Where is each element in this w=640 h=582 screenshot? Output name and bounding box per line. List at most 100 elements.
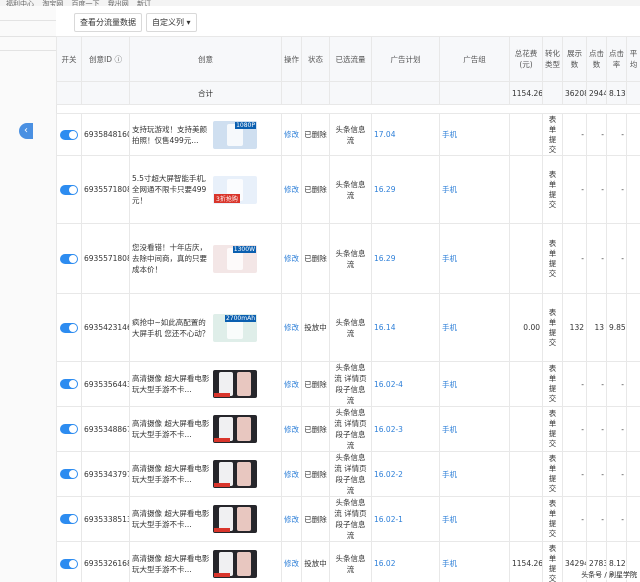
- edit-link[interactable]: 修改: [281, 293, 302, 362]
- creative-text: 高清摄像 超大屏看电影 玩大型手游不卡...: [132, 553, 210, 574]
- col-ctr[interactable]: 点击率: [606, 36, 627, 82]
- cost-value: 0.00: [509, 293, 543, 362]
- group-link[interactable]: 手机: [439, 223, 510, 294]
- creative-id: 69353261687: [81, 541, 130, 582]
- creative-preview[interactable]: 高清摄像 超大屏看电影 玩大型手游不卡...: [132, 503, 279, 535]
- creative-preview[interactable]: 疯抢中~如此高配置的大屏手机 您还不心动？ 2700mAh: [132, 312, 279, 344]
- group-link[interactable]: 手机: [439, 541, 510, 582]
- col-traffic: 已选流量: [329, 36, 372, 82]
- creative-cell: 高清摄像 超大屏看电影 玩大型手游不卡...: [129, 361, 282, 407]
- switch-toggle[interactable]: [60, 184, 78, 195]
- cost-value: [509, 361, 543, 407]
- creative-preview[interactable]: 支持玩游戏！支持美颜拍照！仅售499元... 1080P: [132, 119, 279, 151]
- group-link[interactable]: 手机: [439, 361, 510, 407]
- col-group: 广告组: [439, 36, 510, 82]
- impressions-value: -: [562, 451, 587, 497]
- col-plan: 广告计划: [371, 36, 440, 82]
- creative-table-container[interactable]: 开关 创意ID ⓘ 创意 操作 状态 已选流量 广告计划 广告组 总花费(元) …: [56, 36, 640, 582]
- creative-cell: 高清摄像 超大屏看电影 玩大型手游不卡...: [129, 406, 282, 452]
- switch-cell: [56, 361, 82, 407]
- plan-link[interactable]: 16.02: [371, 541, 440, 582]
- col-conversion-type: 转化类型: [542, 36, 563, 82]
- col-impressions[interactable]: 展示数: [562, 36, 587, 82]
- clicks-value: -: [586, 223, 607, 294]
- plan-link[interactable]: 16.02-4: [371, 361, 440, 407]
- sidebar-divider: [0, 50, 56, 51]
- switch-toggle[interactable]: [60, 469, 78, 479]
- summary-impressions: 36208: [562, 81, 587, 105]
- traffic-text: 头条信息流 详情页 段子信息流: [329, 451, 372, 497]
- switch-toggle[interactable]: [60, 558, 78, 569]
- table-row: 69358481601支持玩游戏！支持美颜拍照！仅售499元... 1080P 修改…: [56, 113, 640, 156]
- edit-link[interactable]: 修改: [281, 406, 302, 452]
- split-traffic-button[interactable]: 查看分流量数据: [74, 13, 142, 32]
- switch-toggle[interactable]: [60, 253, 78, 264]
- col-cost[interactable]: 总花费(元): [509, 36, 543, 82]
- group-link[interactable]: 手机: [439, 155, 510, 224]
- plan-link[interactable]: 16.29: [371, 155, 440, 224]
- group-link[interactable]: 手机: [439, 451, 510, 497]
- table-row: 69353261687高清摄像 超大屏看电影 玩大型手游不卡... 修改投放中头条…: [56, 541, 640, 582]
- creative-preview[interactable]: 您没看错！十年店庆，去除中间商，真的只要成本价！ 1300W: [132, 240, 279, 277]
- switch-cell: [56, 406, 82, 452]
- status-text: 已删除: [301, 361, 330, 407]
- summary-clicks: 2944: [586, 81, 607, 105]
- edit-link[interactable]: 修改: [281, 113, 302, 156]
- creative-preview[interactable]: 高清摄像 超大屏看电影 玩大型手游不卡...: [132, 368, 279, 400]
- creative-cell: 高清摄像 超大屏看电影 玩大型手游不卡...: [129, 451, 282, 497]
- plan-link[interactable]: 17.04: [371, 113, 440, 156]
- col-clicks[interactable]: 点击数: [586, 36, 607, 82]
- traffic-text: 头条信息流 详情页 段子信息流: [329, 361, 372, 407]
- average-value: [626, 155, 640, 224]
- switch-cell: [56, 541, 82, 582]
- phone-shape: [237, 417, 251, 441]
- ctr-value: -: [606, 223, 627, 294]
- switch-toggle[interactable]: [60, 379, 78, 389]
- col-average: 平均: [626, 36, 640, 82]
- collapse-sidebar-button[interactable]: ‹: [19, 123, 33, 139]
- creative-cell: 您没看错！十年店庆，去除中间商，真的只要成本价！ 1300W: [129, 223, 282, 294]
- switch-toggle[interactable]: [60, 424, 78, 434]
- plan-link[interactable]: 16.02-1: [371, 496, 440, 542]
- creative-preview[interactable]: 高清摄像 超大屏看电影 玩大型手游不卡...: [132, 413, 279, 445]
- watermark: 头条号 / 刷星学院: [581, 570, 637, 580]
- average-value: [626, 361, 640, 407]
- thumb-tag: 2700mAh: [224, 314, 256, 322]
- creative-id: 69355718084: [81, 155, 130, 224]
- edit-link[interactable]: 修改: [281, 451, 302, 497]
- plan-link[interactable]: 16.29: [371, 223, 440, 294]
- creative-preview[interactable]: 5.5寸超大屏智能手机,全网通不限卡只要499元！ 3折抢购: [132, 171, 279, 208]
- col-creative-id[interactable]: 创意ID ⓘ: [81, 36, 130, 82]
- group-link[interactable]: 手机: [439, 406, 510, 452]
- creative-preview[interactable]: 高清摄像 超大屏看电影 玩大型手游不卡...: [132, 548, 279, 580]
- plan-link[interactable]: 16.14: [371, 293, 440, 362]
- conversion-type: 表单提交: [542, 113, 563, 156]
- group-link[interactable]: 手机: [439, 496, 510, 542]
- edit-link[interactable]: 修改: [281, 541, 302, 582]
- status-text: 已删除: [301, 406, 330, 452]
- creative-thumbnail: 1080P: [213, 120, 257, 149]
- clicks-value: -: [586, 496, 607, 542]
- toolbar: 查看分流量数据 自定义列 ▾: [56, 6, 640, 36]
- edit-link[interactable]: 修改: [281, 496, 302, 542]
- creative-preview[interactable]: 高清摄像 超大屏看电影 玩大型手游不卡...: [132, 458, 279, 490]
- table-row: 69353488675高清摄像 超大屏看电影 玩大型手游不卡... 修改已删除头条…: [56, 406, 640, 452]
- creative-text: 5.5寸超大屏智能手机,全网通不限卡只要499元！: [132, 174, 207, 205]
- status-text: 已删除: [301, 496, 330, 542]
- thumb-badge: [214, 483, 230, 487]
- edit-link[interactable]: 修改: [281, 361, 302, 407]
- switch-toggle[interactable]: [60, 322, 78, 333]
- switch-toggle[interactable]: [60, 129, 78, 140]
- edit-link[interactable]: 修改: [281, 223, 302, 294]
- custom-columns-button[interactable]: 自定义列 ▾: [146, 13, 197, 32]
- plan-link[interactable]: 16.02-2: [371, 451, 440, 497]
- cost-value: 1154.26: [509, 541, 543, 582]
- edit-link[interactable]: 修改: [281, 155, 302, 224]
- creative-cell: 高清摄像 超大屏看电影 玩大型手游不卡...: [129, 541, 282, 582]
- summary-ctr: 8.13%: [606, 81, 627, 105]
- ctr-value: -: [606, 113, 627, 156]
- switch-toggle[interactable]: [60, 514, 78, 524]
- plan-link[interactable]: 16.02-3: [371, 406, 440, 452]
- group-link[interactable]: 手机: [439, 293, 510, 362]
- group-link[interactable]: 手机: [439, 113, 510, 156]
